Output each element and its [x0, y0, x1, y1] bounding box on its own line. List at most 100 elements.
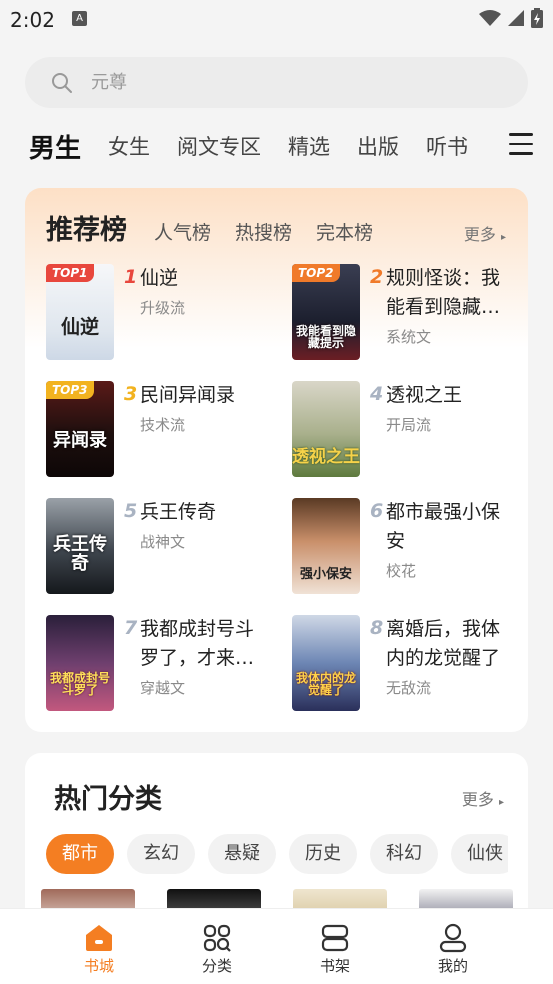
- categories-more-link[interactable]: 更多 ▸: [462, 786, 504, 810]
- chevron-right-icon: ▸: [500, 232, 506, 243]
- search-input[interactable]: [91, 57, 491, 108]
- status-icons: [479, 8, 543, 28]
- cover-title: 兵王传奇: [53, 534, 107, 575]
- chip-fantasy[interactable]: 玄幻: [127, 834, 195, 874]
- profile-icon: [439, 923, 467, 953]
- rank-number: 7: [124, 617, 138, 639]
- ranking-book-2[interactable]: 我能看到隐藏提示 TOP2 2 规则怪谈：我能看到隐藏… 系统文: [292, 264, 522, 364]
- bookshelf-icon: [321, 924, 349, 952]
- wifi-icon: [479, 10, 501, 26]
- book-title: 我都成封号斗罗了，才来…: [140, 618, 255, 669]
- tab-publishing[interactable]: 出版: [357, 131, 399, 161]
- book-title: 兵王传奇: [140, 501, 217, 523]
- cover-title: 异闻录: [53, 430, 107, 452]
- tab-female[interactable]: 女生: [108, 131, 150, 161]
- rank-number: 5: [124, 500, 138, 522]
- book-title: 民间异闻录: [140, 384, 236, 406]
- book-cover: 透视之王: [292, 381, 360, 477]
- home-icon: [86, 925, 112, 951]
- book-tag: 战神文: [140, 533, 186, 551]
- channel-tabs: 男生 女生 阅文专区 精选 出版 听书: [29, 128, 495, 164]
- bottom-nav: 书城 分类 书架 我的: [0, 908, 553, 984]
- top3-badge: TOP3: [46, 381, 94, 399]
- cover-title: 透视之王: [292, 447, 360, 468]
- nav-label: 分类: [201, 957, 232, 975]
- book-cover: 我都成封号斗罗了: [46, 615, 114, 711]
- cover-title: 强小保安: [299, 567, 352, 583]
- tab-audiobook[interactable]: 听书: [426, 131, 468, 161]
- top1-badge: TOP1: [46, 264, 94, 282]
- rank-number: 1: [124, 266, 138, 288]
- menu-icon[interactable]: [509, 133, 533, 155]
- categories-title: 热门分类: [54, 784, 162, 815]
- nav-profile[interactable]: 我的: [418, 923, 488, 976]
- ranking-book-8[interactable]: 我体内的龙觉醒了 8 离婚后，我体内的龙觉醒了 无敌流: [292, 615, 522, 715]
- tab-featured[interactable]: 精选: [288, 131, 330, 161]
- cover-title: 我能看到隐藏提示: [295, 323, 356, 351]
- nav-label: 书架: [319, 957, 350, 975]
- tab-male[interactable]: 男生: [29, 128, 81, 165]
- book-title: 透视之王: [386, 384, 463, 406]
- ranking-book-1[interactable]: 仙逆 TOP1 1 仙逆 升级流: [46, 264, 276, 364]
- rank-number: 2: [370, 266, 384, 288]
- book-tag: 技术流: [140, 416, 186, 434]
- nav-categories[interactable]: 分类: [182, 923, 252, 976]
- nav-label: 我的: [437, 957, 468, 975]
- book-cover: 异闻录 TOP3: [46, 381, 114, 477]
- book-title: 仙逆: [140, 267, 179, 289]
- cover-title: 仙逆: [60, 316, 99, 339]
- ranking-book-6[interactable]: 强小保安 6 都市最强小保安 校花: [292, 498, 522, 598]
- chip-urban[interactable]: 都市: [46, 834, 114, 874]
- chip-history[interactable]: 历史: [289, 834, 357, 874]
- top2-badge: TOP2: [292, 264, 340, 282]
- book-tag: 升级流: [140, 299, 186, 317]
- rank-number: 4: [370, 383, 384, 405]
- chip-scifi[interactable]: 科幻: [370, 834, 438, 874]
- book-tag: 无敌流: [386, 679, 432, 697]
- book-tag: 校花: [386, 562, 417, 580]
- ranking-book-3[interactable]: 异闻录 TOP3 3 民间异闻录 技术流: [46, 381, 276, 481]
- ranking-title: 推荐榜: [46, 215, 127, 246]
- cover-title: 我都成封号斗罗了: [49, 670, 110, 698]
- nav-bookshelf[interactable]: 书架: [300, 923, 370, 976]
- categories-more-label: 更多: [461, 790, 494, 809]
- cover-title: 我体内的龙觉醒了: [295, 670, 356, 698]
- chip-mystery[interactable]: 悬疑: [208, 834, 276, 874]
- ranking-tab-hot-search[interactable]: 热搜榜: [235, 218, 292, 245]
- rank-number: 6: [370, 500, 384, 522]
- battery-icon: [531, 8, 543, 28]
- search-bar[interactable]: [25, 57, 528, 108]
- book-cover: 我体内的龙觉醒了: [292, 615, 360, 711]
- rank-number: 8: [370, 617, 384, 639]
- book-tag: 穿越文: [140, 679, 186, 697]
- ranking-tab-completed[interactable]: 完本榜: [316, 218, 373, 245]
- search-icon: [52, 73, 72, 93]
- book-cover: 我能看到隐藏提示 TOP2: [292, 264, 360, 360]
- chip-xianxia[interactable]: 仙侠: [451, 834, 508, 874]
- signal-icon: [508, 10, 524, 26]
- nav-bookstore[interactable]: 书城: [64, 923, 134, 976]
- book-title: 离婚后，我体内的龙觉醒了: [386, 618, 501, 669]
- book-cover: 仙逆 TOP1: [46, 264, 114, 360]
- book-tag: 系统文: [386, 328, 432, 346]
- book-cover: 兵王传奇: [46, 498, 114, 594]
- nav-label: 书城: [83, 957, 114, 975]
- book-title: 规则怪谈：我能看到隐藏…: [386, 267, 501, 318]
- ranking-book-4[interactable]: 透视之王 4 透视之王 开局流: [292, 381, 522, 481]
- ranking-book-5[interactable]: 兵王传奇 5 兵王传奇 战神文: [46, 498, 276, 598]
- ranking-card: 推荐榜 人气榜 热搜榜 完本榜 更多 ▸ 仙逆 TOP1 1 仙逆 升级流 我能…: [25, 188, 528, 732]
- book-tag: 开局流: [386, 416, 432, 434]
- notification-icon: A: [72, 11, 87, 26]
- grid-icon: [203, 924, 231, 952]
- book-title: 都市最强小保安: [386, 501, 501, 552]
- chevron-right-icon: ▸: [498, 797, 504, 808]
- ranking-book-7[interactable]: 我都成封号斗罗了 7 我都成封号斗罗了，才来… 穿越文: [46, 615, 276, 715]
- status-bar: 2:02 A: [0, 0, 553, 38]
- tab-yuewen[interactable]: 阅文专区: [177, 131, 261, 161]
- ranking-tab-popular[interactable]: 人气榜: [154, 218, 211, 245]
- rank-number: 3: [124, 383, 138, 405]
- status-time: 2:02: [10, 8, 55, 32]
- category-chips: 都市 玄幻 悬疑 历史 科幻 仙侠: [46, 834, 508, 874]
- ranking-more-label: 更多: [463, 225, 496, 244]
- ranking-more-link[interactable]: 更多 ▸: [464, 221, 506, 245]
